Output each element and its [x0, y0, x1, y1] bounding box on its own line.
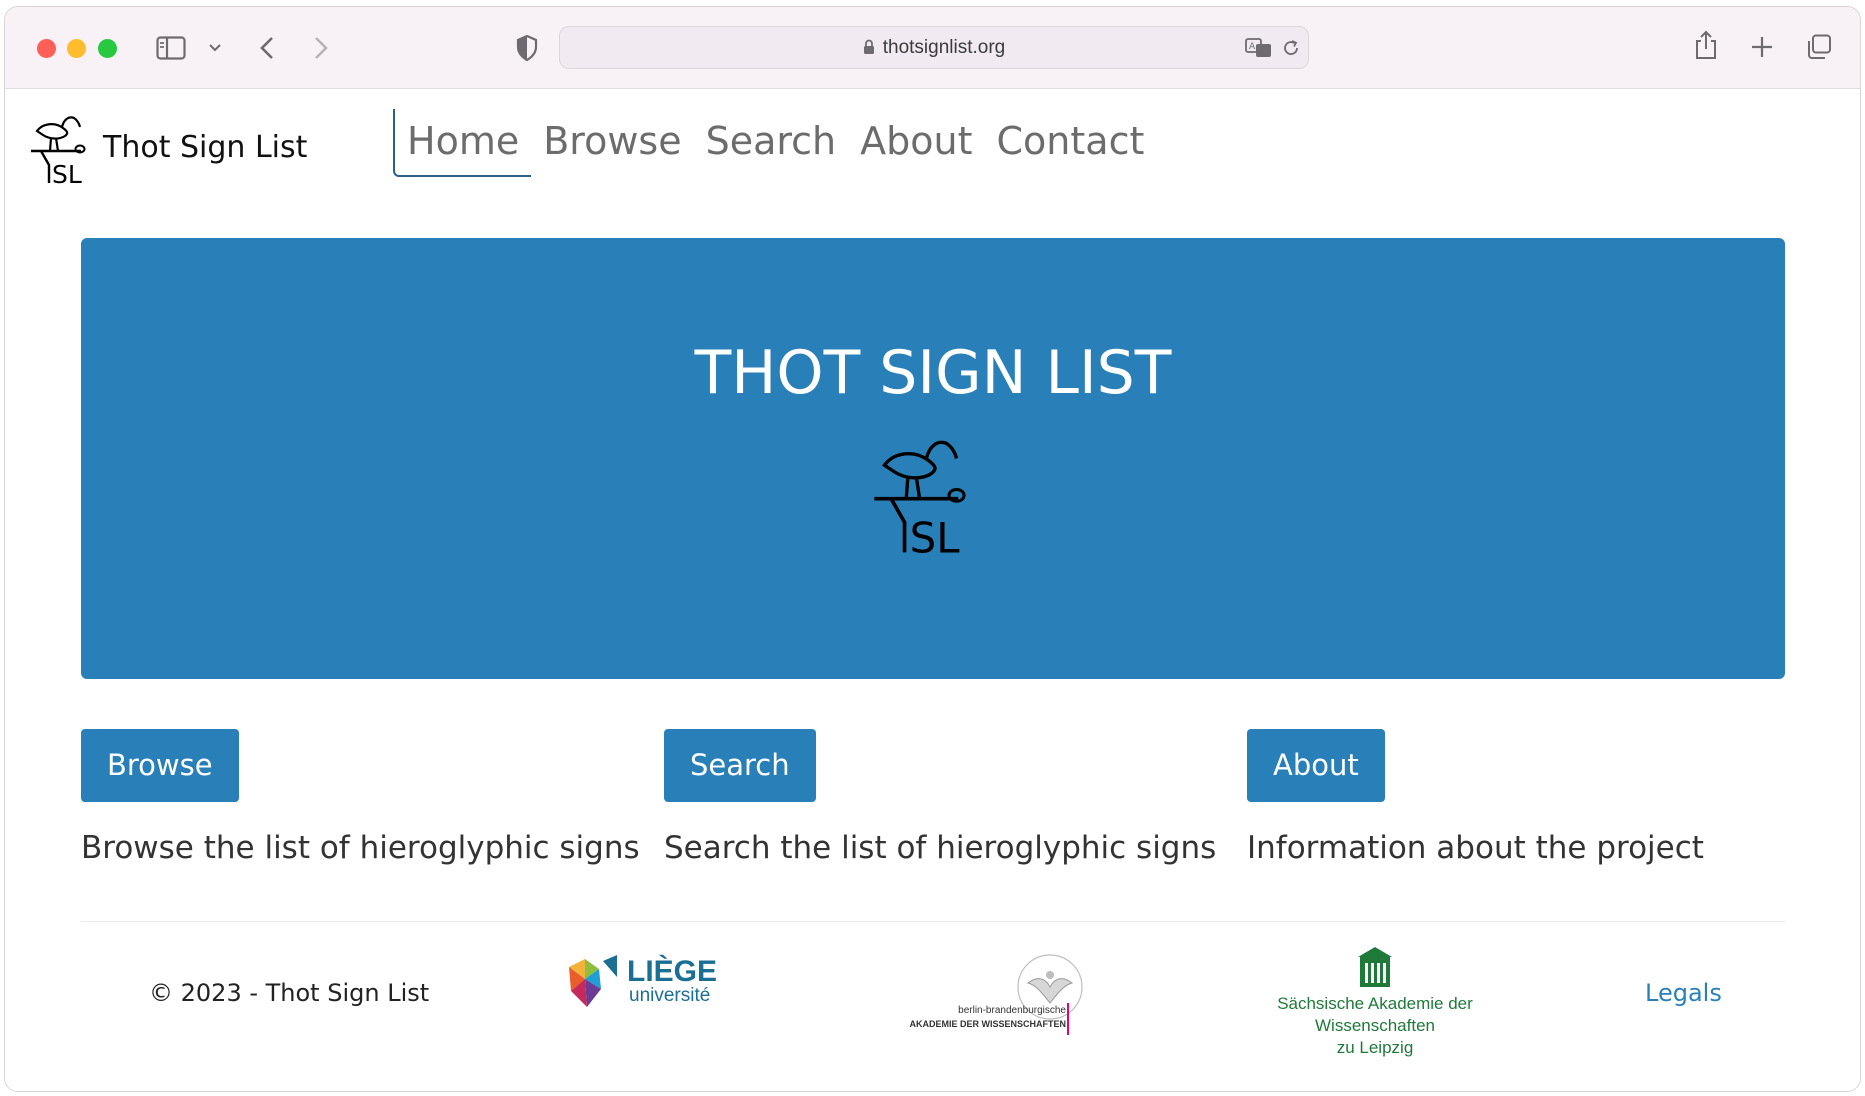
chevron-down-icon[interactable]	[207, 41, 223, 55]
nav-browse[interactable]: Browse	[531, 109, 693, 177]
browse-description: Browse the list of hieroglyphic signs	[81, 830, 640, 866]
about-card: About Information about the project	[1247, 729, 1704, 866]
hero-banner: THOT SIGN LIST SL	[81, 238, 1785, 679]
nav-about[interactable]: About	[848, 109, 984, 177]
reload-icon[interactable]	[1280, 37, 1302, 59]
search-button[interactable]: Search	[664, 729, 816, 802]
share-icon[interactable]	[1693, 29, 1719, 61]
search-description: Search the list of hieroglyphic signs	[664, 830, 1217, 866]
saw-leipzig-logo[interactable]: Sächsische Akademie der Wissenschaften z…	[1230, 947, 1520, 1059]
nav-search[interactable]: Search	[694, 109, 849, 177]
tab-overview-icon[interactable]	[1805, 33, 1833, 61]
back-icon[interactable]	[257, 35, 277, 61]
liege-university-logo[interactable]: LIÈGE université	[565, 949, 735, 1023]
main-nav: Home Browse Search About Contact	[393, 109, 1156, 177]
footer-divider	[81, 921, 1785, 922]
hero-title: THOT SIGN LIST	[694, 338, 1172, 408]
liege-logo-name: LIÈGE	[627, 954, 717, 988]
new-tab-icon[interactable]	[1750, 35, 1774, 59]
privacy-shield-icon[interactable]	[515, 34, 539, 62]
nav-contact[interactable]: Contact	[985, 109, 1157, 177]
liege-logo-subtitle: université	[629, 985, 710, 1006]
bbaw-logo[interactable]: berlin-brandenburgische AKADEMIE DER WIS…	[890, 953, 1090, 1041]
site-navbar: SL Thot Sign List Home Browse Search Abo…	[5, 89, 1860, 189]
browser-toolbar: thotsignlist.org A	[5, 7, 1860, 89]
web-page: SL Thot Sign List Home Browse Search Abo…	[5, 89, 1860, 1091]
sidebar-toggle-icon[interactable]	[155, 35, 187, 61]
lock-icon	[863, 39, 874, 54]
footer-copyright: © 2023 - Thot Sign List	[149, 979, 430, 1007]
browse-card: Browse Browse the list of hieroglyphic s…	[81, 729, 640, 866]
about-description: Information about the project	[1247, 830, 1704, 866]
bbaw-logo-line2: AKADEMIE DER WISSENSCHAFTEN	[909, 1019, 1066, 1029]
about-button[interactable]: About	[1247, 729, 1385, 802]
legals-link[interactable]: Legals	[1645, 979, 1722, 1007]
ibis-logo-icon: SL	[31, 116, 86, 185]
saw-logo-line2: zu Leipzig	[1336, 1038, 1414, 1057]
bbaw-logo-line1: berlin-brandenburgische	[958, 1005, 1066, 1016]
svg-text:SL: SL	[52, 160, 82, 185]
site-brand[interactable]: SL Thot Sign List	[29, 109, 307, 185]
nav-home[interactable]: Home	[393, 109, 532, 177]
brand-name: Thot Sign List	[103, 129, 308, 165]
browser-window: thotsignlist.org A SL Thot Sign List Hom…	[4, 6, 1861, 1092]
url-text: thotsignlist.org	[882, 37, 1006, 58]
close-window-button[interactable]	[37, 39, 56, 58]
zoom-window-button[interactable]	[98, 39, 117, 58]
forward-icon[interactable]	[311, 35, 331, 61]
search-card: Search Search the list of hieroglyphic s…	[664, 729, 1216, 866]
minimize-window-button[interactable]	[67, 39, 86, 58]
address-bar[interactable]: thotsignlist.org A	[559, 26, 1309, 69]
translate-icon[interactable]: A	[1244, 37, 1274, 59]
browse-button[interactable]: Browse	[81, 729, 239, 802]
building-icon	[1358, 947, 1392, 987]
svg-text:A: A	[1249, 42, 1256, 52]
saw-logo-line1: Sächsische Akademie der Wissenschaften	[1277, 994, 1473, 1035]
ibis-logo-icon: SL	[874, 440, 966, 556]
svg-text:SL: SL	[910, 513, 961, 556]
